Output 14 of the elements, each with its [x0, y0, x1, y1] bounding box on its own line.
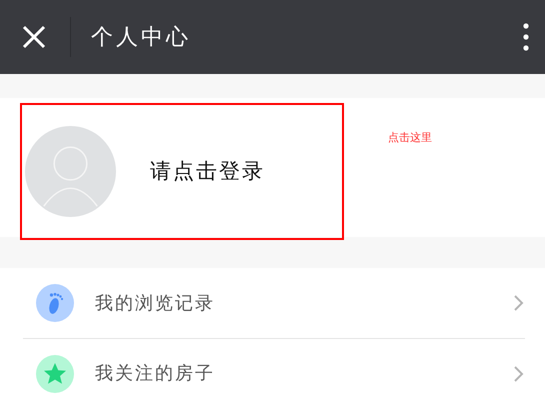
chevron-right-icon	[513, 294, 525, 312]
more-menu-icon[interactable]	[521, 23, 531, 51]
annotation-text: 点击这里	[388, 130, 432, 146]
login-prompt: 请点击登录	[150, 158, 265, 185]
login-panel[interactable]: 请点击登录	[20, 103, 344, 240]
avatar-icon	[25, 126, 116, 217]
close-icon[interactable]	[22, 25, 46, 49]
footprint-icon	[36, 284, 74, 322]
page-title: 个人中心	[91, 24, 191, 52]
chevron-right-icon	[513, 364, 525, 382]
menu-label: 我的浏览记录	[95, 292, 215, 316]
menu-label: 我关注的房子	[95, 362, 215, 386]
menu-item[interactable]: 我的浏览记录	[36, 268, 525, 338]
menu-item[interactable]: 我关注的房子	[23, 338, 525, 406]
